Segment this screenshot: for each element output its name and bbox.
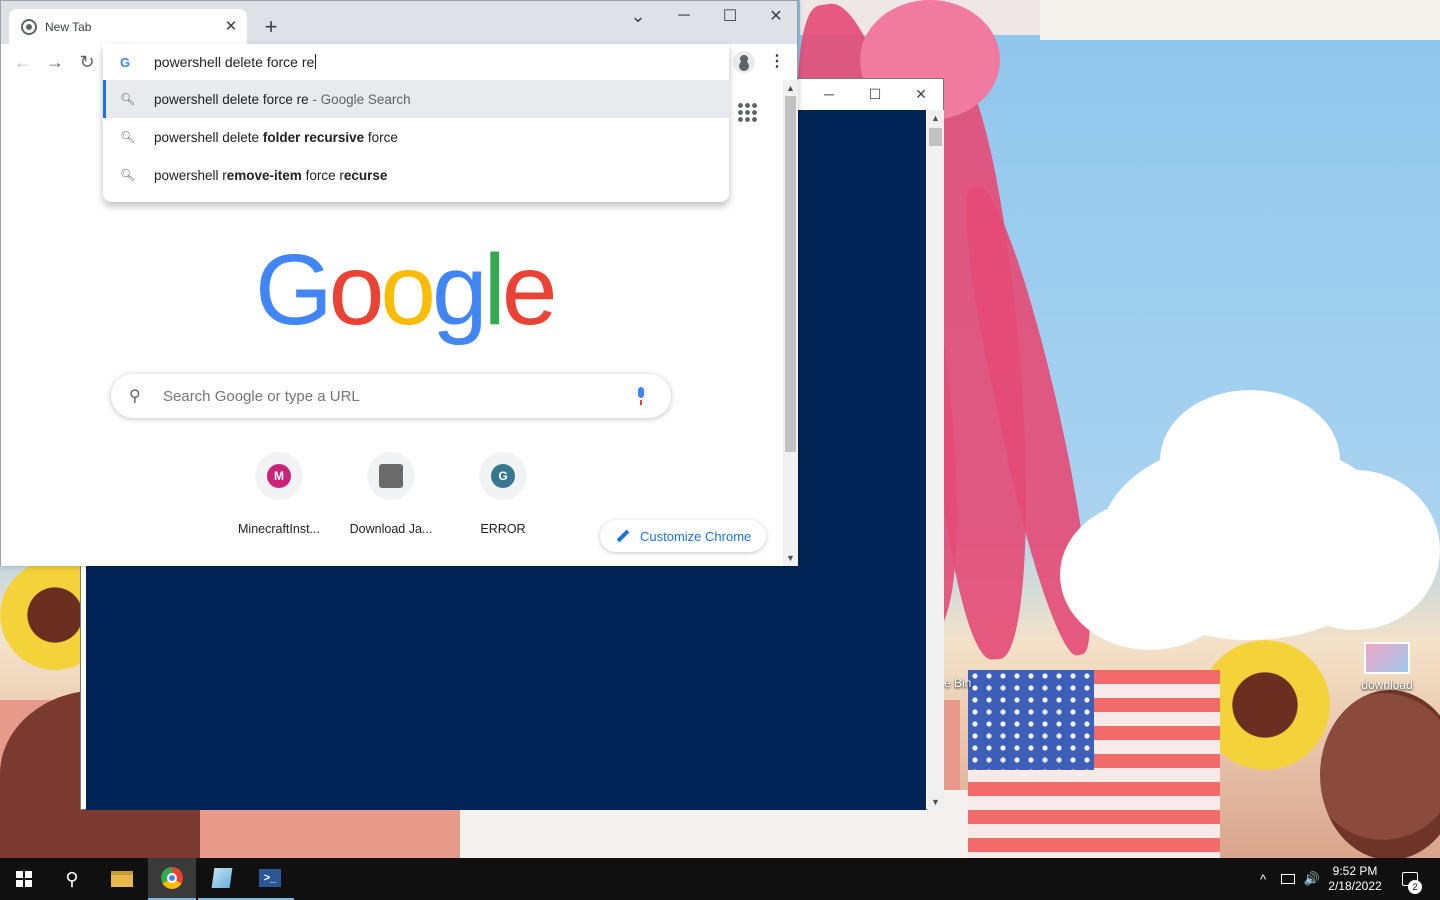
shortcut-label: MinecraftInst...	[238, 522, 320, 536]
monitor-shape	[1281, 874, 1295, 884]
wallpaper-shape	[1320, 690, 1440, 858]
suggestion-item[interactable]: 🔍︎ powershell remove-item force recurse	[103, 156, 729, 194]
clock-time: 9:52 PM	[1332, 864, 1378, 878]
tab-strip[interactable]: New Tab ✕ + ⌄ ─ ☐ ✕	[1, 1, 797, 44]
tab-search-button[interactable]: ⌄	[615, 1, 661, 31]
scroll-up-icon[interactable]: ▲	[927, 110, 944, 126]
shortcut-label: ERROR	[480, 522, 526, 536]
start-button[interactable]	[0, 858, 48, 900]
google-g-icon: G	[120, 54, 131, 70]
close-button[interactable]: ✕	[753, 1, 799, 31]
taskbar-clock[interactable]: 9:52 PM 2/18/2022	[1322, 864, 1388, 894]
shortcut-icon	[367, 452, 415, 500]
maximize-button[interactable]: ☐	[852, 79, 898, 109]
chrome-menu-button[interactable]: ⋮	[767, 51, 787, 73]
shortcut-tile[interactable]: G ERROR	[447, 452, 559, 536]
notepad-icon	[211, 868, 233, 888]
chrome-favicon-icon	[21, 18, 37, 35]
customize-label: Customize Chrome	[640, 528, 752, 544]
recycle-bin-label[interactable]: e Bin	[944, 676, 971, 690]
powershell-taskbar-button[interactable]: >_	[246, 858, 294, 900]
powershell-scrollbar[interactable]: ▲ ▼	[927, 110, 944, 810]
search-input[interactable]	[163, 387, 629, 405]
close-tab-icon[interactable]: ✕	[221, 17, 241, 37]
scroll-down-icon[interactable]: ▼	[927, 794, 944, 810]
search-button[interactable]: ⚲	[48, 858, 96, 900]
box-icon	[379, 464, 403, 488]
shortcut-label: Download Ja...	[349, 522, 433, 536]
notepad-taskbar-button[interactable]	[198, 858, 246, 900]
shortcut-icon: M	[255, 452, 303, 500]
search-icon: ⚲	[129, 388, 141, 405]
scroll-down-icon[interactable]: ▼	[783, 550, 798, 566]
forward-button[interactable]: →	[41, 48, 69, 76]
back-button[interactable]: ←	[9, 48, 37, 76]
reload-button[interactable]: ↻	[73, 48, 101, 76]
pencil-icon	[616, 529, 630, 543]
suggestion-item[interactable]: 🔍︎ powershell delete force re - Google S…	[103, 80, 729, 118]
search-icon: 🔍︎	[120, 92, 136, 106]
chrome-window[interactable]: New Tab ✕ + ⌄ ─ ☐ ✕ ← → ↻ G powershell d…	[0, 0, 798, 566]
profile-avatar-button[interactable]	[733, 51, 755, 73]
shortcut-tile[interactable]: M MinecraftInst...	[223, 452, 335, 536]
tab-title: New Tab	[45, 19, 92, 34]
customize-chrome-button[interactable]: Customize Chrome	[600, 520, 766, 552]
tab-new-tab[interactable]: New Tab ✕	[9, 9, 247, 44]
microphone-icon[interactable]	[629, 384, 653, 408]
address-bar[interactable]: G powershell delete force re	[103, 44, 729, 80]
taskbar: ⚲ >_ ^ 🔊 9:52 PM 2/18/2022 2	[0, 858, 1440, 900]
new-tab-button[interactable]: +	[257, 13, 285, 41]
search-icon: ⚲	[65, 868, 79, 889]
search-icon: 🔍︎	[120, 130, 136, 144]
chrome-icon	[161, 867, 183, 889]
search-icon: 🔍︎	[120, 168, 136, 182]
chrome-taskbar-button[interactable]	[148, 858, 196, 900]
powershell-icon: >_	[259, 869, 281, 887]
scrollbar-thumb[interactable]	[929, 128, 942, 146]
wallpaper-shape	[1060, 500, 1240, 650]
suggestion-text: powershell delete force re - Google Sear…	[154, 91, 411, 107]
shortcut-icon: G	[479, 452, 527, 500]
network-icon[interactable]	[1278, 858, 1298, 900]
clock-date: 2/18/2022	[1328, 879, 1382, 893]
notification-count-badge: 2	[1408, 880, 1422, 894]
desktop-icon-label: download	[1361, 678, 1413, 692]
google-logo: Google	[255, 234, 557, 346]
wallpaper-shape	[1270, 470, 1440, 630]
shortcut-initial: M	[267, 464, 291, 488]
shortcut-tile[interactable]: Download Ja...	[335, 452, 447, 536]
omnibox-dropdown[interactable]: G powershell delete force re 🔍︎ powershe…	[103, 44, 729, 202]
scroll-up-icon[interactable]: ▲	[783, 80, 798, 96]
page-scrollbar[interactable]: ▲ ▼	[783, 80, 798, 566]
show-hidden-icons-button[interactable]: ^	[1254, 858, 1272, 900]
desktop-icon-download[interactable]: download	[1356, 642, 1418, 692]
maximize-button[interactable]: ☐	[707, 1, 753, 31]
windows-logo-icon	[16, 871, 32, 887]
suggestion-text: powershell remove-item force recurse	[154, 167, 388, 183]
suggestion-text: powershell delete folder recursive force	[154, 129, 398, 145]
google-apps-icon[interactable]	[737, 102, 759, 124]
address-bar-input[interactable]: powershell delete force re	[154, 54, 316, 70]
volume-icon[interactable]: 🔊	[1302, 858, 1322, 900]
ntp-search-box[interactable]: ⚲	[111, 374, 671, 418]
suggestion-item[interactable]: 🔍︎ powershell delete folder recursive fo…	[103, 118, 729, 156]
scrollbar-thumb[interactable]	[785, 96, 796, 452]
wallpaper-shape	[1040, 0, 1440, 40]
folder-icon	[111, 871, 133, 887]
shortcut-initial: G	[491, 464, 515, 488]
file-explorer-button[interactable]	[98, 858, 146, 900]
close-button[interactable]: ✕	[898, 79, 944, 109]
action-center-button[interactable]	[1398, 858, 1422, 900]
wallpaper-shape	[968, 670, 1094, 770]
image-file-icon	[1364, 642, 1410, 674]
minimize-button[interactable]: ─	[661, 1, 707, 31]
minimize-button[interactable]: ─	[806, 79, 852, 109]
